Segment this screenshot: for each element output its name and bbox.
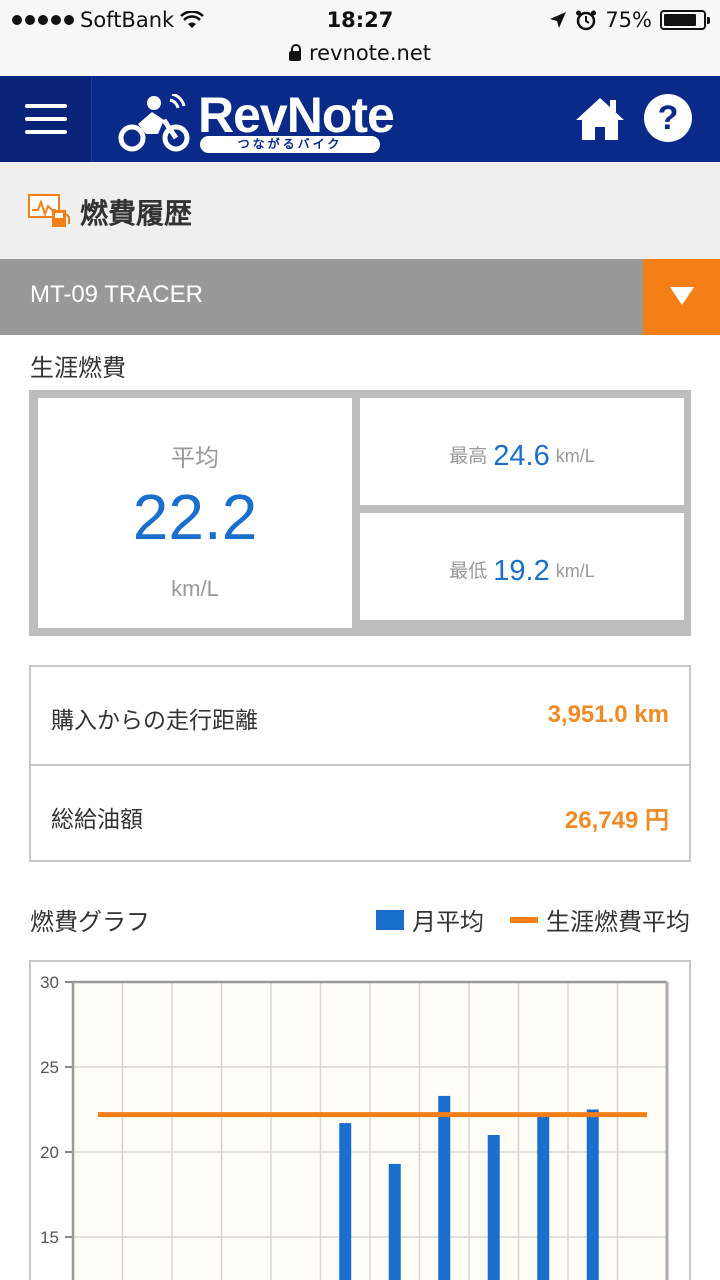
min-unit: km/L [555, 561, 595, 581]
vehicle-dropdown-button[interactable] [643, 259, 720, 335]
legend-lifetime-swatch [510, 916, 538, 923]
legend-monthly-label: 月平均 [412, 908, 484, 936]
average-unit: km/L [171, 576, 219, 601]
url-text: revnote.net [309, 41, 431, 65]
chart-bar [388, 1163, 401, 1280]
max-label: 最高 [449, 445, 488, 467]
chevron-down-icon [670, 287, 694, 305]
y-tick-label: 30 [40, 973, 59, 992]
home-icon[interactable] [574, 94, 626, 144]
stat-row-distance: 購入からの走行距離 3,951.0 km [31, 667, 689, 764]
lifetime-mileage-label: 生涯燃費 [30, 354, 126, 382]
lock-icon [289, 44, 301, 61]
legend-monthly-swatch [376, 909, 404, 930]
y-tick-label: 25 [40, 1058, 59, 1077]
battery-percent: 75% [605, 8, 652, 32]
y-tick-label: 15 [40, 1228, 59, 1247]
chart-bar [339, 1123, 352, 1280]
alarm-icon [576, 10, 597, 31]
fuel-cost-label: 総給油額 [51, 807, 143, 833]
distance-label: 購入からの走行距離 [51, 708, 258, 734]
battery-icon [660, 10, 710, 30]
vehicle-selector[interactable]: MT-09 TRACER [0, 259, 720, 335]
mileage-summary: 平均 22.2 km/L 最高 24.6 km/L 最低 19.2 km/L [29, 390, 691, 636]
fuel-cost-value-wrap: 26,749 円 [565, 800, 669, 835]
location-icon [550, 12, 567, 28]
fuel-chart-icon [28, 194, 70, 227]
min-mileage-cell: 最低 19.2 km/L [360, 513, 684, 620]
average-mileage-cell: 平均 22.2 km/L [38, 398, 352, 628]
max-unit: km/L [555, 446, 595, 466]
status-right: 75% [549, 8, 710, 32]
graph-label: 燃費グラフ [30, 908, 150, 936]
fuel-cost-value: 26,749 [564, 807, 639, 834]
y-tick-label: 20 [40, 1143, 59, 1162]
mileage-chart-svg: 30 25 20 15 [40, 973, 669, 1280]
chart-bar [586, 1109, 599, 1280]
chart-bar [537, 1114, 550, 1280]
chart-bar [438, 1095, 451, 1280]
legend-lifetime-label: 生涯燃費平均 [546, 908, 690, 936]
average-label: 平均 [171, 444, 219, 472]
distance-value: 3,951.0 km [547, 701, 669, 728]
app-header: RevNote つながるバイク ? [0, 76, 720, 162]
revnote-logo[interactable]: RevNote つながるバイク [118, 86, 395, 154]
max-value: 24.6 [493, 440, 550, 472]
logo-tagline: つながるバイク [200, 136, 380, 153]
stat-row-fuel-cost: 総給油額 26,749 円 [31, 764, 689, 861]
help-icon[interactable]: ? [644, 94, 692, 142]
page-title-bar: 燃費履歴 [0, 162, 720, 259]
fuel-cost-suffix: 円 [645, 806, 669, 834]
average-value: 22.2 [132, 481, 258, 553]
mileage-chart: 30 25 20 15 [29, 960, 691, 1280]
menu-button[interactable] [0, 76, 92, 162]
status-bar: SoftBank 18:27 75% [0, 0, 720, 40]
min-label: 最低 [449, 560, 488, 582]
stats-table: 購入からの走行距離 3,951.0 km 総給油額 26,749 円 [29, 665, 691, 862]
page-title: 燃費履歴 [80, 197, 193, 230]
chart-legend: 月平均 生涯燃費平均 [376, 902, 690, 937]
min-value: 19.2 [493, 555, 550, 587]
chart-bar [487, 1135, 500, 1280]
url-bar[interactable]: revnote.net [0, 40, 720, 76]
vehicle-name: MT-09 TRACER [30, 281, 203, 308]
max-mileage-cell: 最高 24.6 km/L [360, 398, 684, 505]
motorcycle-rider-icon [118, 94, 190, 152]
